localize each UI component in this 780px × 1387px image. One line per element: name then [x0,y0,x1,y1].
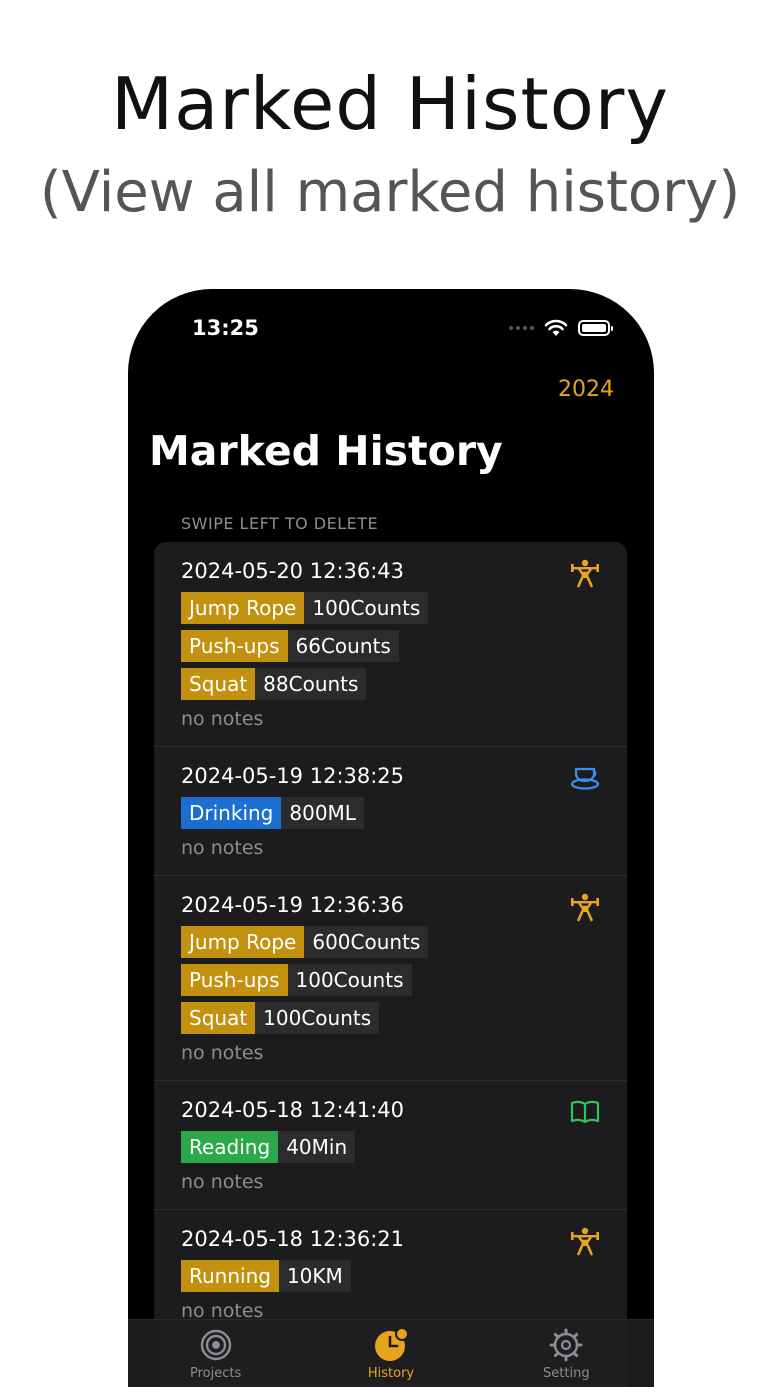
history-record[interactable]: 2024-05-18 12:41:40 Reading 40Min no not… [154,1081,627,1210]
record-notes: no notes [181,1171,264,1193]
record-date: 2024-05-19 12:38:25 [181,764,405,788]
record-date: 2024-05-18 12:36:21 [181,1227,405,1251]
weightlifter-icon [568,1224,602,1258]
tag-value: 88Counts [255,668,367,700]
activity-tag: Push-ups 100Counts [181,964,600,996]
history-record[interactable]: 2024-05-19 12:38:25 Drinking 800ML no no… [154,747,627,876]
section-header: SWIPE LEFT TO DELETE [181,514,379,533]
record-notes: no notes [181,1042,264,1064]
tab-bar: Projects History Setting [128,1319,654,1387]
weightlifter-icon [568,556,602,590]
tag-name: Squat [181,1002,256,1034]
clock-icon [374,1327,409,1362]
tag-name: Push-ups [181,630,288,662]
status-time: 13:25 [192,316,259,340]
record-date: 2024-05-18 12:41:40 [181,1098,405,1122]
tag-value: 100Counts [255,1002,380,1034]
activity-tag: Jump Rope 100Counts [181,592,600,624]
tag-value: 66Counts [287,630,399,662]
weightlifter-icon [568,890,602,924]
record-date: 2024-05-19 12:36:36 [181,893,405,917]
activity-tag: Drinking 800ML [181,797,600,829]
tab-projects[interactable]: Projects [141,1320,291,1387]
record-notes: no notes [181,708,264,730]
history-record[interactable]: 2024-05-20 12:36:43 Jump Rope 100Counts … [154,542,627,747]
tag-name: Push-ups [181,964,288,996]
phone-screen: 13:25 2024 Marked History SWIPE LEFT TO … [128,289,654,1387]
record-date: 2024-05-20 12:36:43 [181,559,405,583]
tag-name: Drinking [181,797,282,829]
tag-value: 600Counts [304,926,429,958]
tag-name: Squat [181,668,256,700]
activity-tag: Reading 40Min [181,1131,600,1163]
tab-label: Projects [190,1366,242,1381]
activity-tag: Squat 100Counts [181,1002,600,1034]
wifi-icon [544,319,568,336]
tag-value: 100Counts [287,964,412,996]
history-record[interactable]: 2024-05-19 12:36:36 Jump Rope 600Counts … [154,876,627,1081]
promo-title: Marked History [110,62,669,146]
tag-value: 40Min [278,1131,356,1163]
history-list[interactable]: 2024-05-20 12:36:43 Jump Rope 100Counts … [154,542,627,1387]
tab-label: History [367,1366,415,1381]
activity-tag: Push-ups 66Counts [181,630,600,662]
activity-tag: Jump Rope 600Counts [181,926,600,958]
battery-icon [578,320,613,336]
tag-name: Running [181,1260,279,1292]
tag-name: Reading [181,1131,279,1163]
tag-name: Jump Rope [181,926,305,958]
status-icons [509,319,613,337]
activity-tag: Running 10KM [181,1260,600,1292]
page-title: Marked History [149,427,503,475]
year-button[interactable]: 2024 [558,377,614,402]
tab-history[interactable]: History [316,1320,466,1387]
tab-label: Setting [543,1366,590,1381]
gear-icon [549,1328,583,1362]
tag-name: Jump Rope [181,592,305,624]
promo-subtitle: (View all marked history) [39,160,741,225]
tag-value: 800ML [281,797,364,829]
cup-icon [568,761,602,795]
activity-tag: Squat 88Counts [181,668,600,700]
target-icon [199,1328,233,1362]
book-icon [568,1095,602,1129]
tab-setting[interactable]: Setting [491,1320,641,1387]
signal-icon [509,326,534,330]
record-notes: no notes [181,837,264,859]
tag-value: 10KM [278,1260,351,1292]
tag-value: 100Counts [304,592,429,624]
